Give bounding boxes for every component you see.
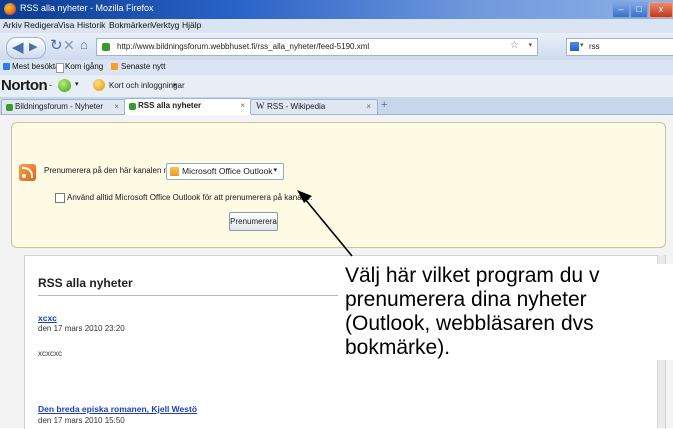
annotation-arrow xyxy=(297,190,353,257)
annotation-text: Välj här vilket program du v prenumerera… xyxy=(345,264,673,360)
arrow-line xyxy=(304,198,353,257)
arrow-head xyxy=(297,190,312,203)
annotation-line: bokmärke). xyxy=(345,336,451,359)
annotation-line: prenumerera dina nyheter xyxy=(345,288,587,311)
annotation-line: Välj här vilket program du v xyxy=(345,264,600,287)
annotation-line: (Outlook, webbläsaren dvs xyxy=(345,312,594,335)
